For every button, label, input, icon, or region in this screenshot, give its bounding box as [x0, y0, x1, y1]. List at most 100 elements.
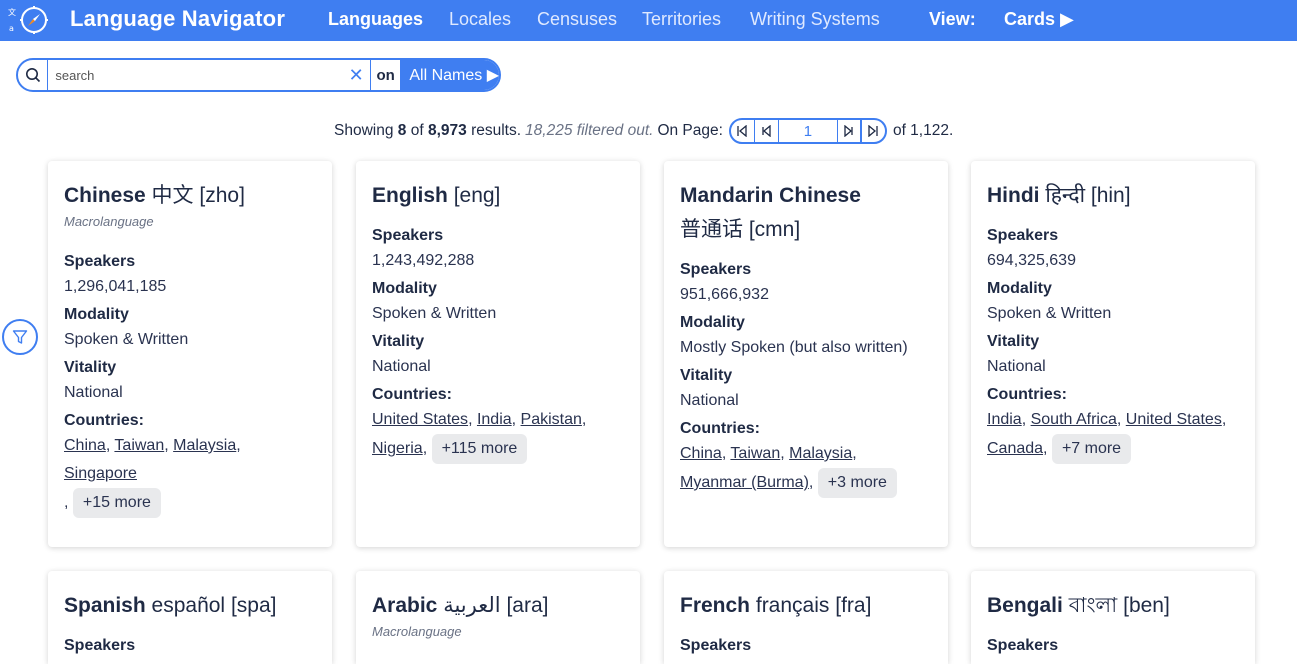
speakers-label: Speakers	[64, 637, 136, 654]
country-link[interactable]: Taiwan	[730, 445, 780, 462]
countries-label: Countries:	[64, 412, 144, 429]
page-total: of 1,122.	[892, 122, 954, 139]
first-page-icon[interactable]	[731, 120, 755, 142]
language-name: Bengali	[987, 594, 1063, 617]
vitality-value: National	[64, 384, 123, 401]
speakers-value: 1,243,492,288	[372, 252, 475, 269]
view-label: View:	[929, 9, 976, 29]
modality-value: Spoken & Written	[372, 305, 497, 322]
language-card[interactable]: Bengali বাংলা [ben] Speakers	[971, 571, 1255, 664]
more-countries-button[interactable]: +3 more	[817, 468, 897, 498]
top-navbar: 文 a Language Navigator Languages Locales…	[0, 0, 1297, 41]
country-link[interactable]: United States	[372, 411, 468, 428]
page-number-input[interactable]	[778, 120, 837, 142]
results-total: 8,973	[427, 122, 467, 139]
country-link[interactable]: Singapore	[64, 465, 137, 482]
last-page-icon[interactable]	[860, 120, 885, 142]
modality-value: Mostly Spoken (but also written)	[680, 339, 908, 356]
nav-censuses[interactable]: Censuses	[537, 9, 617, 30]
results-prefix: Showing	[334, 122, 394, 139]
card-title: French français [fra]	[680, 589, 932, 623]
country-link[interactable]: India	[987, 411, 1022, 428]
filter-icon[interactable]	[2, 319, 38, 355]
language-scope: Macrolanguage	[372, 624, 462, 639]
language-name: French	[680, 594, 751, 617]
search-on-label: on	[376, 66, 395, 84]
speakers-label: Speakers	[987, 227, 1059, 244]
language-card[interactable]: English [eng] Speakers 1,243,492,288 Mod…	[356, 161, 640, 547]
language-card[interactable]: French français [fra] Speakers	[664, 571, 948, 664]
country-link[interactable]: Pakistan	[521, 411, 582, 428]
next-page-icon[interactable]	[836, 120, 861, 142]
country-link[interactable]: India	[477, 411, 512, 428]
language-card[interactable]: Hindi हिन्दी [hin] Speakers 694,325,639 …	[971, 161, 1255, 547]
more-countries-button[interactable]: +7 more	[1051, 434, 1132, 464]
nav-languages[interactable]: Languages	[328, 9, 423, 30]
card-title: Mandarin Chinese 普通话 [cmn]	[680, 179, 932, 247]
countries-list: United States, India, Pakistan, Nigeria, …	[372, 406, 624, 464]
nav-writing-systems[interactable]: Writing Systems	[750, 9, 880, 30]
search-field-selector[interactable]: All Names ▶	[400, 60, 499, 90]
speakers-value: 694,325,639	[987, 252, 1076, 269]
native-name: বাংলা	[1068, 594, 1118, 617]
native-name: español	[151, 594, 226, 617]
speakers-label: Speakers	[372, 227, 444, 244]
country-link[interactable]: Nigeria	[372, 440, 423, 457]
countries-label: Countries:	[987, 386, 1067, 403]
language-card[interactable]: Mandarin Chinese 普通话 [cmn] Speakers 951,…	[664, 161, 948, 547]
card-title: Arabic العربية [ara]	[372, 589, 624, 623]
country-link[interactable]: United States	[1126, 411, 1222, 428]
search-icon[interactable]	[18, 60, 49, 90]
clear-search-icon[interactable]: ✕	[342, 60, 371, 90]
svg-text:a: a	[9, 24, 14, 33]
card-title: English [eng]	[372, 179, 624, 213]
country-link[interactable]: Canada	[987, 440, 1043, 457]
card-title: Spanish español [spa]	[64, 589, 316, 623]
compass-logo-icon[interactable]: 文 a	[7, 3, 49, 37]
country-link[interactable]: China	[680, 445, 722, 462]
country-link[interactable]: Taiwan	[114, 437, 164, 454]
card-title: Bengali বাংলা [ben]	[987, 589, 1239, 623]
language-card[interactable]: Arabic العربية [ara] Macrolanguage	[356, 571, 640, 664]
country-link[interactable]: South Africa	[1031, 411, 1117, 428]
country-link[interactable]: China	[64, 437, 106, 454]
native-name: العربية	[443, 594, 501, 617]
countries-list: China, Taiwan, Malaysia, Myanmar (Burma),…	[680, 440, 932, 498]
country-link[interactable]: Malaysia	[789, 445, 852, 462]
language-name: English	[372, 184, 448, 207]
language-code: [ara]	[506, 594, 549, 617]
pagination	[728, 118, 887, 144]
more-countries-button[interactable]: +15 more	[72, 488, 161, 518]
search-bar: ✕ on All Names ▶	[16, 58, 501, 92]
language-code: [zho]	[199, 184, 245, 207]
country-link[interactable]: Myanmar (Burma)	[680, 474, 809, 491]
language-card[interactable]: Spanish español [spa] Speakers	[48, 571, 332, 664]
prev-page-icon[interactable]	[755, 120, 779, 142]
view-mode-button[interactable]: Cards ▶	[1004, 9, 1074, 30]
countries-list: China, Taiwan, Malaysia, Singapore, +15 …	[64, 432, 316, 518]
language-name: Mandarin Chinese	[680, 184, 861, 207]
language-name: Hindi	[987, 184, 1040, 207]
country-link[interactable]: Malaysia	[173, 437, 236, 454]
search-input[interactable]	[48, 60, 343, 90]
speakers-value: 951,666,932	[680, 286, 769, 303]
vitality-label: Vitality	[680, 367, 733, 384]
more-countries-button[interactable]: +115 more	[431, 434, 528, 464]
language-scope: Macrolanguage	[64, 214, 154, 229]
nav-territories[interactable]: Territories	[642, 9, 721, 30]
language-card[interactable]: Chinese 中文 [zho] Macrolanguage Speakers …	[48, 161, 332, 547]
language-code: [hin]	[1090, 184, 1131, 207]
vitality-label: Vitality	[372, 333, 425, 350]
speakers-label: Speakers	[987, 637, 1059, 654]
vitality-value: National	[372, 358, 431, 375]
language-name: Spanish	[64, 594, 146, 617]
language-code: [fra]	[835, 594, 872, 617]
countries-list: India, South Africa, United States, Canad…	[987, 406, 1239, 464]
speakers-label: Speakers	[680, 637, 752, 654]
language-code: [eng]	[453, 184, 501, 207]
modality-label: Modality	[987, 280, 1052, 297]
filtered-count: 18,225 filtered out.	[525, 122, 654, 139]
app-title[interactable]: Language Navigator	[70, 6, 285, 32]
nav-locales[interactable]: Locales	[449, 9, 511, 30]
countries-label: Countries:	[680, 420, 760, 437]
